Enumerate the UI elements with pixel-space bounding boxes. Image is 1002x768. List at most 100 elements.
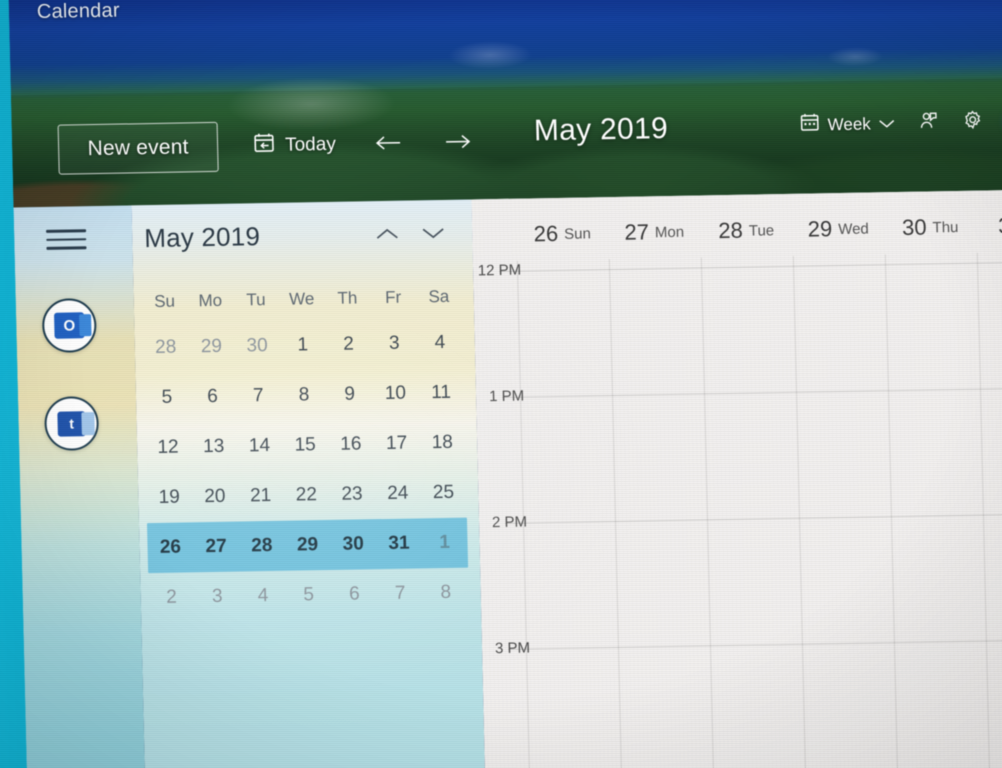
app-body: O t May 2019 Su Mo Tu We Th Fr Sa 28 29 … xyxy=(13,189,1002,768)
mini-calendar-week-rows: 28 29 30 1 2 3 4 5 6 7 8 9 10 11 12 13 14 15 16 17 18 19 20 21 2… xyxy=(142,318,469,624)
next-week-button[interactable] xyxy=(435,121,478,164)
mini-calendar-day[interactable]: 22 xyxy=(283,470,330,521)
mini-calendar-day[interactable]: 27 xyxy=(193,522,240,573)
hamburger-menu-icon[interactable] xyxy=(46,222,87,257)
day-abbreviation: Mon xyxy=(654,223,685,241)
week-view-time-grid[interactable]: 12 PM 1 PM 2 PM 3 PM xyxy=(473,251,1002,768)
mini-calendar-day[interactable]: 25 xyxy=(420,468,467,519)
mini-calendar-day[interactable]: 29 xyxy=(188,322,235,373)
mini-calendar-day[interactable]: 2 xyxy=(148,572,195,623)
mini-calendar-day[interactable]: 8 xyxy=(422,568,469,619)
mini-calendar-day[interactable]: 15 xyxy=(282,420,329,471)
mini-calendar-day[interactable]: 17 xyxy=(373,418,420,469)
gear-icon xyxy=(961,109,984,136)
today-label: Today xyxy=(284,133,337,156)
mini-calendar-day[interactable]: 7 xyxy=(235,371,282,422)
chevron-up-icon[interactable] xyxy=(374,221,401,247)
mini-calendar-week-row[interactable]: 2345678 xyxy=(148,568,469,624)
settings-button[interactable] xyxy=(961,109,984,136)
outlook-mail-glyph: O xyxy=(54,312,85,339)
mini-calendar-day[interactable]: 5 xyxy=(285,570,332,621)
day-column-header[interactable]: 29 Wed xyxy=(791,192,884,256)
mini-calendar-day[interactable]: 6 xyxy=(189,372,236,423)
mini-calendar-day[interactable]: 3 xyxy=(194,572,241,623)
day-number: 26 xyxy=(533,220,559,247)
new-event-label: New event xyxy=(87,135,189,161)
hour-grid-line xyxy=(502,387,1002,398)
day-column-header[interactable]: 26 Sun xyxy=(515,197,608,261)
chevron-down-icon xyxy=(878,114,896,134)
previous-week-button[interactable] xyxy=(367,123,410,166)
mini-calendar-day[interactable]: 2 xyxy=(325,319,372,370)
mini-calendar-day[interactable]: 28 xyxy=(142,322,189,373)
calendar-week-icon xyxy=(798,111,821,138)
screen-surface: Calendar New event Today May 2019 Week O… xyxy=(0,0,1002,768)
new-event-button[interactable]: New event xyxy=(57,121,219,175)
outlook-mail-icon[interactable]: O xyxy=(41,298,97,353)
mini-calendar-day[interactable]: 31 xyxy=(376,518,423,569)
mini-calendar-day[interactable]: 28 xyxy=(238,521,285,572)
mini-calendar-grid: Su Mo Tu We Th Fr Sa 28 29 30 1 2 3 4 5 6 7 8 9 10 11 12 13 14… xyxy=(141,276,469,623)
mini-calendar-week-row[interactable]: 12 13 14 15 16 17 18 xyxy=(145,418,466,474)
mini-calendar-day[interactable]: 23 xyxy=(329,469,376,520)
mini-calendar-day[interactable]: 13 xyxy=(190,422,237,473)
mini-calendar-day[interactable]: 5 xyxy=(143,372,190,423)
mini-calendar-weekday-sa: Sa xyxy=(428,286,450,307)
day-column-grid-line xyxy=(608,259,623,768)
mini-calendar-day[interactable]: 30 xyxy=(234,321,281,372)
mini-calendar-month-title: May 2019 xyxy=(143,220,261,253)
mini-calendar-day[interactable]: 3 xyxy=(371,318,418,369)
share-button[interactable] xyxy=(917,109,940,136)
mini-calendar-day[interactable]: 24 xyxy=(374,468,421,519)
day-column-header[interactable]: 28 Tue xyxy=(699,194,792,258)
day-number: 28 xyxy=(718,217,744,244)
outlook-todo-glyph: t xyxy=(57,410,86,437)
day-column-header[interactable]: 30 Thu xyxy=(883,191,976,255)
today-button[interactable]: Today xyxy=(246,123,343,169)
mini-calendar-day[interactable]: 14 xyxy=(236,421,283,472)
mini-calendar-day[interactable]: 29 xyxy=(284,520,331,571)
day-abbreviation: Wed xyxy=(838,220,869,238)
mini-calendar-week-row[interactable]: 5 6 7 8 9 10 11 xyxy=(143,368,464,424)
mini-calendar-week-row-selected[interactable]: 26 27 28 29 30 31 1 xyxy=(146,517,469,574)
outlook-todo-icon[interactable]: t xyxy=(43,395,100,451)
week-view-day-header: 26Sun27Mon28Tue29Wed30Thu31Fri xyxy=(471,189,1002,262)
mini-calendar-day[interactable]: 20 xyxy=(192,472,239,523)
mini-calendar-day[interactable]: 10 xyxy=(372,368,419,419)
mini-calendar-day[interactable]: 12 xyxy=(145,422,192,473)
current-month-title: May 2019 xyxy=(533,112,669,148)
day-column-header[interactable]: 27 Mon xyxy=(607,195,700,259)
app-title: Calendar xyxy=(36,0,120,23)
mini-calendar-day[interactable]: 6 xyxy=(331,569,378,620)
mini-calendar-day[interactable]: 16 xyxy=(327,419,374,470)
day-number: 30 xyxy=(901,214,927,240)
mini-calendar-day[interactable]: 9 xyxy=(326,369,373,420)
mini-calendar-day[interactable]: 1 xyxy=(421,518,468,569)
mini-calendar-header: May 2019 xyxy=(132,209,473,261)
mini-calendar-weekday-tu: Tu xyxy=(246,290,266,310)
day-abbreviation: Sun xyxy=(563,224,592,243)
mini-calendar-day[interactable]: 30 xyxy=(330,519,377,570)
mini-calendar-day[interactable]: 1 xyxy=(279,320,326,371)
time-label: 12 PM xyxy=(477,261,522,280)
mini-calendar-day[interactable]: 18 xyxy=(419,418,466,469)
mini-calendar-day[interactable]: 7 xyxy=(377,568,424,619)
day-abbreviation: Thu xyxy=(932,218,959,236)
mini-calendar-day[interactable]: 26 xyxy=(147,522,194,573)
mini-calendar-weekday-su: Su xyxy=(153,291,176,312)
day-column-header[interactable]: 31Fri xyxy=(975,189,1002,253)
view-selector[interactable]: Week xyxy=(798,110,896,139)
mini-calendar-day[interactable]: 8 xyxy=(281,370,328,421)
mini-calendar-day[interactable]: 4 xyxy=(240,571,287,622)
mini-calendar-weekday-we: We xyxy=(288,289,315,309)
mini-calendar-day[interactable]: 11 xyxy=(418,368,465,419)
mini-calendar-week-row[interactable]: 19 20 21 22 23 24 25 xyxy=(146,468,467,524)
mini-calendar-day[interactable]: 4 xyxy=(417,318,464,369)
mini-calendar-day[interactable]: 21 xyxy=(237,471,284,522)
calendar-app-window: Calendar New event Today May 2019 Week O… xyxy=(8,0,1002,768)
chevron-down-icon[interactable] xyxy=(420,220,447,246)
mini-calendar-day[interactable]: 19 xyxy=(146,472,193,523)
mini-calendar-week-row[interactable]: 28 29 30 1 2 3 4 xyxy=(142,318,463,374)
time-label: 2 PM xyxy=(491,513,528,532)
time-label: 3 PM xyxy=(494,639,531,658)
